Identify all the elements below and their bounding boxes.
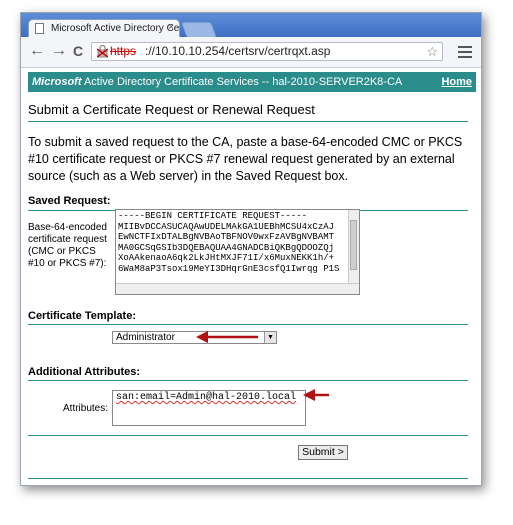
attributes-label: Attributes: (63, 403, 109, 414)
insecure-lock-icon (97, 45, 108, 58)
divider (28, 121, 468, 122)
template-heading: Certificate Template: (28, 310, 136, 322)
address-bar[interactable]: https ://10.10.10.254/certsrv/certrqxt.a… (91, 42, 443, 61)
browser-window: Microsoft Active Directory Ce × ← → C ht… (20, 12, 482, 486)
bookmark-star-icon[interactable]: ☆ (426, 43, 438, 60)
page-title: Submit a Certificate Request or Renewal … (28, 102, 315, 117)
attributes-heading: Additional Attributes: (28, 366, 141, 378)
annotation-arrow-icon (196, 331, 258, 343)
chevron-down-icon[interactable]: ▼ (264, 332, 276, 343)
url-text: ://10.10.10.254/certsrv/certrqxt.asp (145, 44, 331, 58)
intro-text: To submit a saved request to the CA, pas… (28, 135, 463, 183)
saved-request-textarea[interactable]: -----BEGIN CERTIFICATE REQUEST----- MIIB… (115, 209, 360, 295)
page-icon (35, 23, 44, 34)
annotation-arrow-icon (303, 389, 329, 401)
scroll-thumb[interactable] (350, 220, 357, 270)
menu-icon[interactable] (458, 44, 472, 61)
submit-button[interactable]: Submit > (298, 445, 348, 460)
reload-icon[interactable]: C (73, 42, 83, 60)
saved-request-label: Base-64-encoded certificate request (CMC… (28, 222, 107, 269)
back-icon[interactable]: ← (29, 42, 45, 60)
attributes-textarea[interactable]: san:email=Admin@hal-2010.local (112, 390, 306, 426)
cert-services-header: Microsoft Active Directory Certificate S… (28, 72, 476, 92)
tab-strip: Microsoft Active Directory Ce × (21, 13, 481, 38)
url-protocol: https (110, 44, 137, 58)
vertical-scrollbar[interactable] (348, 210, 359, 284)
browser-toolbar: ← → C https ://10.10.10.254/certsrv/cert… (21, 37, 481, 68)
saved-request-heading: Saved Request: (28, 195, 111, 207)
request-text: -----BEGIN CERTIFICATE REQUEST----- MIIB… (118, 211, 340, 274)
browser-tab[interactable]: Microsoft Active Directory Ce × (28, 19, 180, 37)
forward-icon[interactable]: → (51, 42, 67, 60)
horizontal-scrollbar[interactable] (116, 283, 359, 294)
page-content: Microsoft Active Directory Certificate S… (21, 68, 481, 485)
divider (28, 478, 468, 479)
attributes-value: san:email=Admin@hal-2010.local (116, 392, 297, 403)
new-tab-button[interactable] (181, 22, 217, 38)
home-link[interactable]: Home (441, 72, 472, 92)
close-icon[interactable]: × (168, 22, 174, 33)
template-selected-value: Administrator (116, 332, 175, 343)
divider (28, 380, 468, 381)
tab-title: Microsoft Active Directory Ce (51, 23, 180, 34)
service-name: Active Directory Certificate Services --… (83, 76, 403, 88)
brand-name: Microsoft (32, 76, 82, 88)
divider (28, 324, 468, 325)
divider (28, 435, 468, 436)
